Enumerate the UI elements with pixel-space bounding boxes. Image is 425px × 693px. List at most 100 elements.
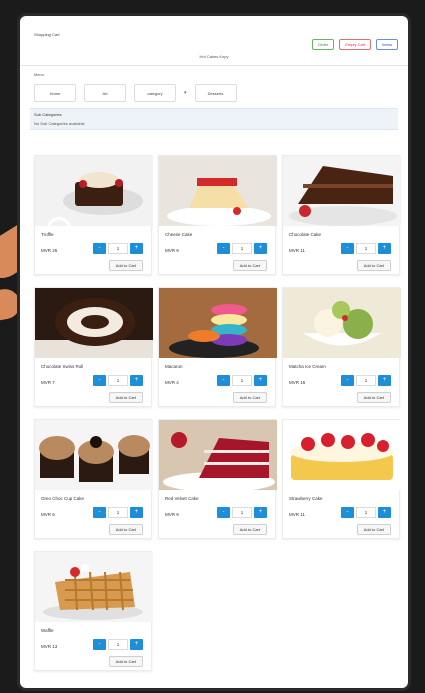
add-to-cart-button[interactable]: Add to Cart xyxy=(108,656,143,667)
increase-button[interactable]: + xyxy=(130,639,143,650)
product-card: Waffle MVR 13 - 1 + Add to Cart xyxy=(34,551,153,671)
quantity-field[interactable]: 1 xyxy=(356,507,376,518)
product-price: MVR 6 xyxy=(41,512,55,517)
quantity-field[interactable]: 1 xyxy=(108,639,128,650)
matcha-icecream-image[interactable] xyxy=(283,288,401,358)
product-card: Oreo Choc Cup Cake MVR 6 - 1 + Add to Ca… xyxy=(34,419,153,539)
quantity-field[interactable]: 1 xyxy=(108,375,128,386)
quantity-stepper: - 1 + xyxy=(341,375,391,386)
product-price: MVR 11 xyxy=(289,248,305,253)
menu-art[interactable]: Art xyxy=(84,84,126,102)
palm-shape xyxy=(0,286,23,324)
cupcake-image[interactable] xyxy=(35,420,153,490)
increase-button[interactable]: + xyxy=(378,243,391,254)
product-card: Red Velvet Cake MVR 9 - 1 + Add to Cart xyxy=(158,419,277,539)
quantity-stepper: - 1 + xyxy=(93,639,143,650)
menu-desserts[interactable]: Desserts xyxy=(194,84,237,102)
chevron-down-icon[interactable]: ▾ xyxy=(184,90,187,96)
add-to-cart-button[interactable]: Add to Cart xyxy=(356,524,391,535)
order-button[interactable]: Order xyxy=(311,39,335,50)
product-card: Chocolate Cake MVR 11 - 1 + Add to Cart xyxy=(282,155,401,275)
macaron-image[interactable] xyxy=(159,288,277,358)
header: Shopping Cart Order Empty Cart Items Hot… xyxy=(20,16,408,66)
header-actions: Order Empty Cart Items xyxy=(311,39,398,50)
decrease-button[interactable]: - xyxy=(341,507,354,518)
empty-cart-button[interactable]: Empty Cart xyxy=(339,39,372,50)
menu-home[interactable]: Home xyxy=(34,84,76,102)
quantity-stepper: - 1 + xyxy=(217,507,267,518)
product-price: MVR 9 xyxy=(165,248,179,253)
cheesecake-image[interactable] xyxy=(159,156,277,226)
add-to-cart-button[interactable]: Add to Cart xyxy=(232,524,267,535)
decrease-button[interactable]: - xyxy=(93,243,106,254)
menu-category[interactable]: category xyxy=(134,84,176,102)
quantity-stepper: - 1 + xyxy=(217,243,267,254)
product-name: Chocolate Cake xyxy=(289,232,322,237)
quantity-stepper: - 1 + xyxy=(341,507,391,518)
decrease-button[interactable]: - xyxy=(93,507,106,518)
quantity-stepper: - 1 + xyxy=(217,375,267,386)
add-to-cart-button[interactable]: Add to Cart xyxy=(108,524,143,535)
items-button[interactable]: Items xyxy=(376,39,398,50)
decrease-button[interactable]: - xyxy=(217,375,230,386)
increase-button[interactable]: + xyxy=(130,375,143,386)
increase-button[interactable]: + xyxy=(378,507,391,518)
add-to-cart-button[interactable]: Add to Cart xyxy=(356,392,391,403)
quantity-field[interactable]: 1 xyxy=(232,507,252,518)
increase-button[interactable]: + xyxy=(378,375,391,386)
product-card: Macaron MVR 4 - 1 + Add to Cart xyxy=(158,287,277,407)
product-name: Waffle xyxy=(41,628,54,633)
quantity-field[interactable]: 1 xyxy=(356,375,376,386)
red-velvet-image[interactable] xyxy=(159,420,277,490)
quantity-stepper: - 1 + xyxy=(341,243,391,254)
chocolate-cake-image[interactable] xyxy=(283,156,401,226)
increase-button[interactable]: + xyxy=(130,243,143,254)
quantity-field[interactable]: 1 xyxy=(108,243,128,254)
strawberry-cake-image[interactable] xyxy=(283,420,401,490)
menu-bar: Home Art category ▾ Desserts xyxy=(34,84,237,102)
product-name: Strawberry Cake xyxy=(289,496,323,501)
decrease-button[interactable]: - xyxy=(217,507,230,518)
page-subtitle: Hot Cakes Kopy xyxy=(199,54,229,59)
quantity-stepper: - 1 + xyxy=(93,375,143,386)
product-card: Cheese Cake MVR 9 - 1 + Add to Cart xyxy=(158,155,277,275)
decrease-button[interactable]: - xyxy=(93,639,106,650)
add-to-cart-button[interactable]: Add to Cart xyxy=(108,260,143,271)
subcategory-title: Sub Categories xyxy=(34,112,62,117)
increase-button[interactable]: + xyxy=(254,243,267,254)
product-name: Macaron xyxy=(165,364,183,369)
quantity-stepper: - 1 + xyxy=(93,243,143,254)
product-name: Cheese Cake xyxy=(165,232,193,237)
tablet-screen: Shopping Cart Order Empty Cart Items Hot… xyxy=(20,16,408,688)
quantity-field[interactable]: 1 xyxy=(356,243,376,254)
product-price: MVR 4 xyxy=(165,380,179,385)
product-name: Chocolate Swiss Roll xyxy=(41,364,84,369)
product-card: Strawberry Cake MVR 11 - 1 + Add to Cart xyxy=(282,419,401,539)
quantity-field[interactable]: 1 xyxy=(108,507,128,518)
increase-button[interactable]: + xyxy=(254,375,267,386)
swiss-roll-image[interactable] xyxy=(35,288,153,358)
subcategory-note: No Sub Categories available xyxy=(34,121,85,126)
app-title: Shopping Cart xyxy=(34,32,60,37)
quantity-field[interactable]: 1 xyxy=(232,375,252,386)
add-to-cart-button[interactable]: Add to Cart xyxy=(108,392,143,403)
quantity-field[interactable]: 1 xyxy=(232,243,252,254)
add-to-cart-button[interactable]: Add to Cart xyxy=(356,260,391,271)
decrease-button[interactable]: - xyxy=(93,375,106,386)
decrease-button[interactable]: - xyxy=(217,243,230,254)
increase-button[interactable]: + xyxy=(254,507,267,518)
add-to-cart-button[interactable]: Add to Cart xyxy=(232,392,267,403)
product-price: MVR 11 xyxy=(289,512,305,517)
product-price: MVR 13 xyxy=(41,644,58,649)
product-price: MVR 7 xyxy=(41,380,55,385)
decrease-button[interactable]: - xyxy=(341,243,354,254)
increase-button[interactable]: + xyxy=(130,507,143,518)
subcategory-panel: Sub Categories No Sub Categories availab… xyxy=(30,108,398,130)
waffle-image[interactable] xyxy=(35,552,153,622)
decrease-button[interactable]: - xyxy=(341,375,354,386)
product-name: Truffle xyxy=(41,232,54,237)
chocolate-dessert-image[interactable] xyxy=(35,156,153,226)
product-price: MVR 9 xyxy=(165,512,179,517)
add-to-cart-button[interactable]: Add to Cart xyxy=(232,260,267,271)
product-price: MVR 16 xyxy=(289,380,306,385)
